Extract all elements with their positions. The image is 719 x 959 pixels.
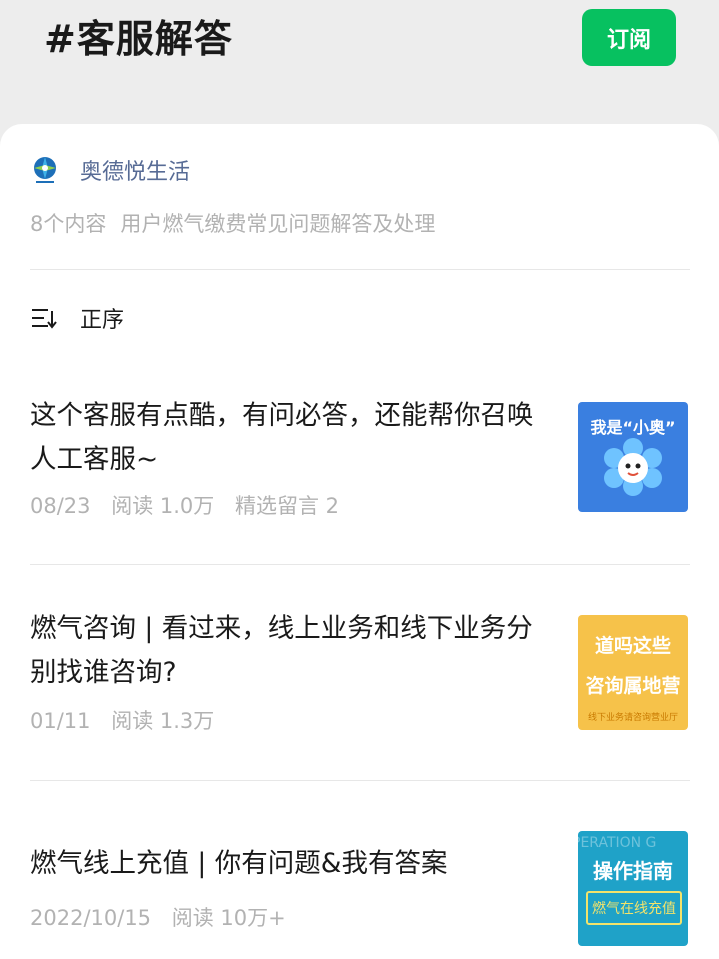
sort-icon [32, 309, 57, 329]
article-thumbnail[interactable]: 道吗这些 咨询属地营 线下业务请咨询营业厅 [578, 615, 688, 730]
thumbnail-caption: 我是“小奥” [590, 418, 676, 437]
article-item[interactable]: 燃气线上充值 | 你有问题&我有答案 2022/10/15 阅读 10万+ PE… [0, 824, 719, 959]
subscribe-button[interactable]: 订阅 [582, 9, 676, 66]
article-meta: 2022/10/15 阅读 10万+ [30, 902, 300, 932]
thumbnail-bg-text: PERATION G [578, 835, 657, 851]
mascot-icon [604, 438, 662, 496]
article-reads: 阅读 1.0万 [111, 494, 215, 518]
divider [30, 564, 690, 565]
article-meta: 01/11 阅读 1.3万 [30, 705, 228, 735]
article-date: 01/11 [30, 709, 91, 733]
account-row[interactable]: 奥德悦生活 [30, 152, 190, 188]
article-meta: 08/23 阅读 1.0万 精选留言 2 [30, 490, 353, 520]
article-reads: 阅读 10万+ [171, 906, 286, 930]
article-date: 2022/10/15 [30, 906, 152, 930]
divider [30, 780, 690, 781]
article-title[interactable]: 这个客服有点酷，有问必答，还能帮你召唤人工客服~ [30, 394, 550, 482]
article-item[interactable]: 燃气咨询 | 看过来，线上业务和线下业务分别找谁咨询? 01/11 阅读 1.3… [0, 599, 719, 779]
article-thumbnail[interactable]: 我是“小奥” [578, 402, 688, 512]
collection-description: 用户燃气缴费常见问题解答及处理 [120, 212, 436, 236]
divider [30, 269, 690, 270]
content-count: 8个内容 [30, 212, 107, 236]
thumbnail-text-line: 咨询属地营 [585, 675, 681, 697]
sort-toggle[interactable]: 正序 [30, 302, 124, 334]
article-title[interactable]: 燃气咨询 | 看过来，线上业务和线下业务分别找谁咨询? [30, 607, 550, 695]
article-date: 08/23 [30, 494, 91, 518]
account-name[interactable]: 奥德悦生活 [80, 154, 190, 186]
account-logo-icon [34, 157, 56, 183]
thumbnail-text-line: 道吗这些 [594, 635, 671, 657]
sort-label: 正序 [80, 308, 125, 333]
article-comments: 精选留言 2 [234, 494, 340, 518]
collection-meta: 8个内容 用户燃气缴费常见问题解答及处理 [30, 208, 435, 238]
article-item[interactable]: 这个客服有点酷，有问必答，还能帮你召唤人工客服~ 08/23 阅读 1.0万 精… [0, 382, 719, 562]
article-reads: 阅读 1.3万 [111, 709, 215, 733]
thumbnail-subtitle: 燃气在线充值 [586, 891, 682, 925]
thumbnail-small-text: 线下业务请咨询营业厅 [587, 713, 678, 723]
top-bar: #客服解答 订阅 [0, 0, 719, 124]
tag-title: #客服解答 [44, 17, 233, 61]
article-thumbnail[interactable]: PERATION G 操作指南 燃气在线充值 [578, 831, 688, 946]
collection-card: 奥德悦生活 8个内容 用户燃气缴费常见问题解答及处理 正序 这个客服有点酷，有问必… [0, 124, 719, 959]
article-title[interactable]: 燃气线上充值 | 你有问题&我有答案 [30, 842, 550, 886]
thumbnail-title: 操作指南 [593, 859, 673, 883]
